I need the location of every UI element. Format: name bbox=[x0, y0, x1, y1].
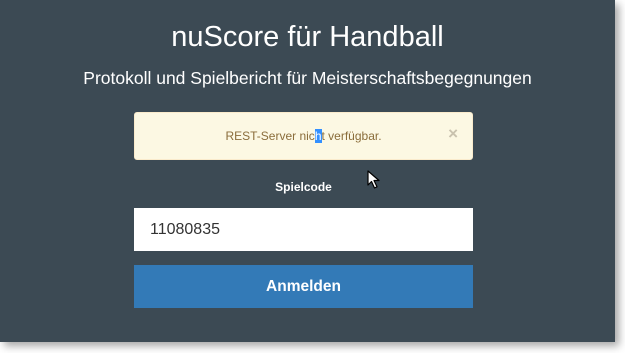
close-icon[interactable]: × bbox=[448, 125, 458, 143]
alert-message: REST-Server nicht verfügbar. bbox=[135, 129, 472, 144]
warning-alert: REST-Server nicht verfügbar. × bbox=[134, 112, 473, 160]
alert-message-selection: h bbox=[314, 129, 322, 143]
alert-message-start: REST-Server nic bbox=[225, 129, 315, 143]
app-window: nuScore für Handball Protokoll und Spiel… bbox=[0, 0, 615, 342]
page-subtitle: Protokoll und Spielbericht für Meistersc… bbox=[83, 68, 532, 88]
alert-message-end: t verfügbar. bbox=[321, 129, 382, 143]
page-title: nuScore für Handball bbox=[171, 21, 444, 53]
spielcode-input[interactable] bbox=[134, 208, 473, 251]
mouse-pointer-icon bbox=[367, 170, 380, 189]
login-button[interactable]: Anmelden bbox=[134, 265, 473, 308]
spielcode-label: Spielcode bbox=[275, 180, 332, 194]
